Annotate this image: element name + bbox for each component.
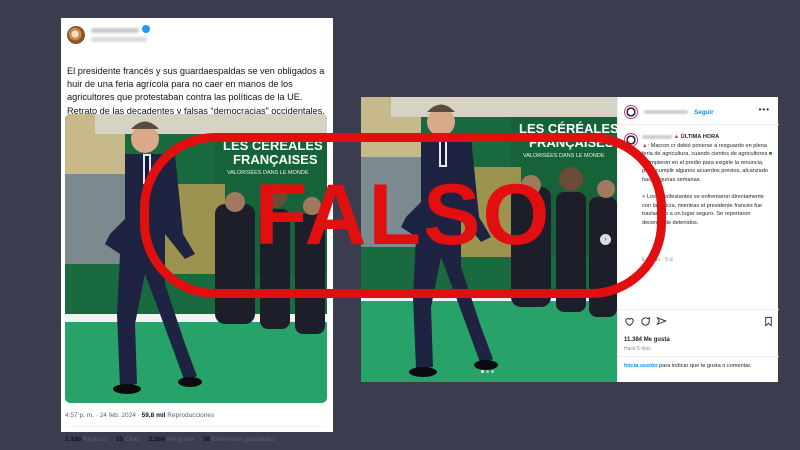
reposts-stat[interactable]: 1.196 Reposts	[65, 436, 107, 443]
carousel-dots	[481, 370, 494, 373]
bookmark-icon[interactable]	[763, 316, 774, 327]
tweet-author-blurred[interactable]	[91, 28, 147, 42]
tweet-avatar[interactable]	[67, 26, 85, 44]
divider	[618, 124, 779, 125]
tweet-stats: 1.196 Reposts 55 Citas 2.360 Me gusta 38…	[65, 436, 275, 443]
verified-badge-icon	[142, 25, 150, 33]
likes-count[interactable]: 11.384 Me gusta	[624, 337, 670, 343]
tractor-icon: ■	[768, 151, 773, 158]
login-prompt: Inicia sesión para indicar que te gusta …	[624, 363, 752, 369]
divider	[618, 356, 779, 357]
falso-stamp: FALSO	[254, 167, 552, 263]
login-link[interactable]: Inicia sesión	[624, 363, 658, 369]
saved-stat[interactable]: 38 Elementos guardados	[203, 436, 275, 443]
action-bar	[624, 316, 774, 328]
share-icon[interactable]	[656, 316, 667, 327]
heart-icon[interactable]	[624, 316, 635, 327]
instagram-author-blurred[interactable]	[644, 110, 688, 114]
likes-stat[interactable]: 2.360 Me gusta	[149, 436, 194, 443]
instagram-avatar[interactable]	[624, 105, 638, 119]
more-options-icon[interactable]: •••	[759, 105, 770, 114]
tweet-meta: 4:57 p. m. · 24 feb. 2024 · 59,8 mil Rep…	[65, 412, 215, 419]
post-date: Hace 5 días	[624, 346, 651, 352]
divider	[618, 309, 779, 310]
comment-icon[interactable]	[640, 316, 651, 327]
tweet-text: El presidente francés y sus guardaespald…	[67, 66, 325, 116]
siren-icon: ▲	[673, 134, 680, 140]
follow-button[interactable]: Seguir	[694, 109, 714, 116]
quotes-stat[interactable]: 55 Citas	[116, 436, 140, 443]
divider	[65, 426, 327, 427]
tweet-header[interactable]	[67, 23, 150, 47]
instagram-header: Seguir	[624, 102, 774, 122]
